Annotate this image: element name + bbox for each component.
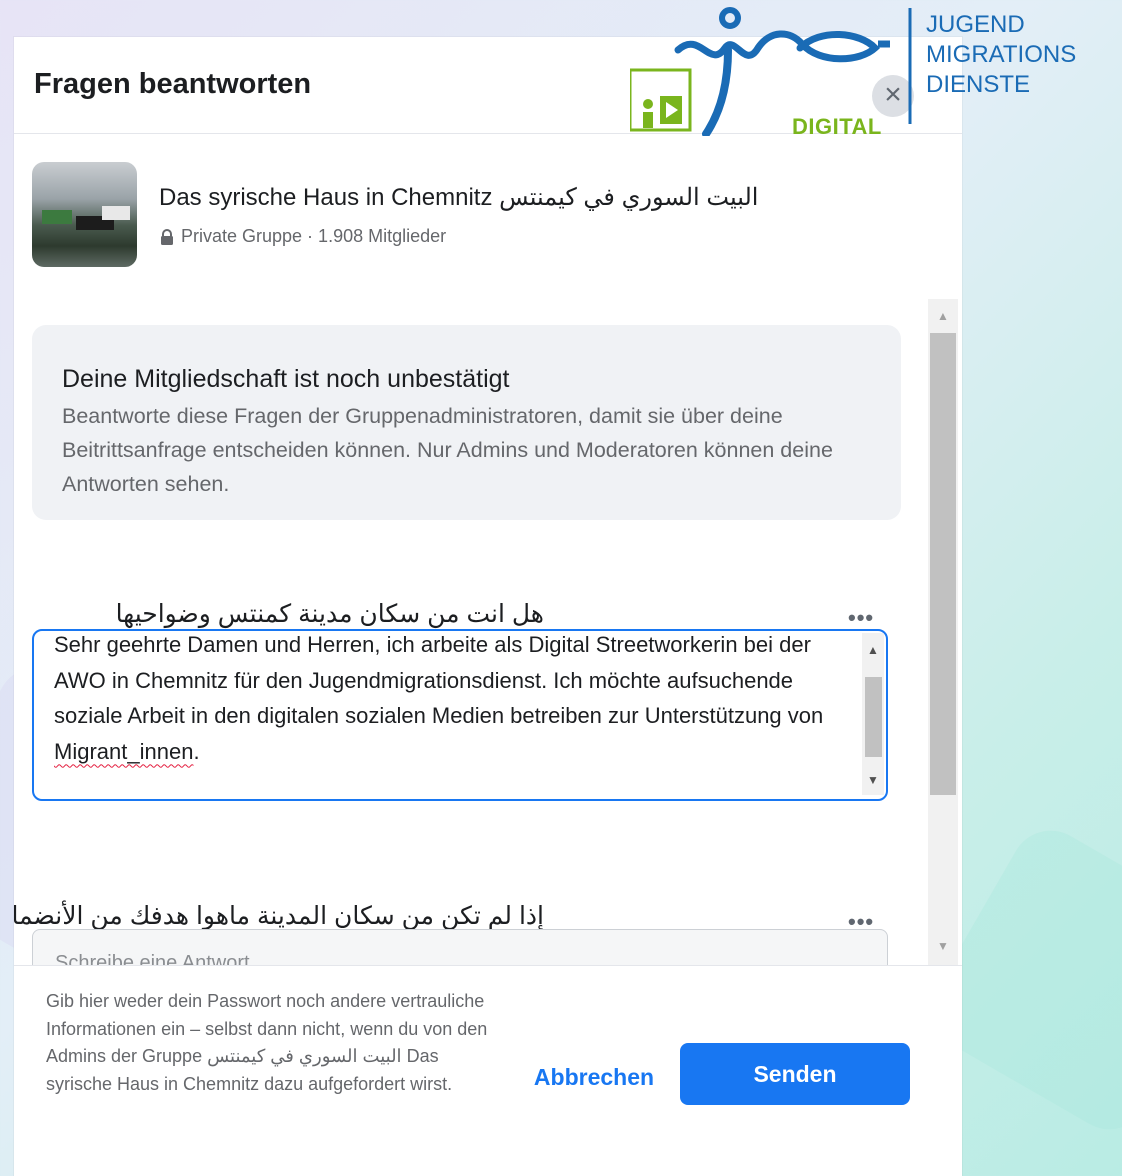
answer-1-field[interactable]: Sehr geehrte Damen und Herren, ich arbei…	[32, 629, 888, 801]
dialog-scrollbar[interactable]: ▲ ▼	[928, 299, 958, 969]
questions-scroll-area[interactable]: Deine Mitgliedschaft ist noch unbestätig…	[14, 295, 962, 965]
answer-scrollbar[interactable]: ▲ ▼	[862, 633, 884, 795]
membership-notice: Deine Mitgliedschaft ist noch unbestätig…	[32, 325, 901, 520]
dialog-footer: Gib hier weder dein Passwort noch andere…	[14, 965, 962, 1176]
scroll-down-arrow-icon[interactable]: ▼	[937, 939, 949, 953]
group-avatar[interactable]	[32, 162, 137, 267]
notice-title: Deine Mitgliedschaft ist noch unbestätig…	[62, 365, 510, 393]
notice-body: Beantworte diese Fragen der Gruppenadmin…	[62, 404, 833, 496]
dialog-title: Fragen beantworten	[34, 68, 312, 100]
spelling-error: Migrant_innen	[54, 738, 194, 764]
scroll-down-arrow-icon[interactable]: ▼	[867, 773, 879, 787]
cancel-button[interactable]: Abbrechen	[494, 1046, 694, 1108]
answer-2-placeholder: Schreibe eine Antwort...	[55, 952, 267, 965]
group-name[interactable]: Das syrische Haus in Chemnitz البيت السو…	[159, 183, 758, 212]
scrollbar-thumb[interactable]	[930, 333, 956, 795]
jmd-logo-mark-icon	[628, 7, 912, 138]
lock-icon	[159, 228, 175, 245]
answer-questions-dialog: Fragen beantworten × Das syrische Haus i…	[14, 37, 962, 1176]
scrollbar-thumb[interactable]	[865, 677, 882, 757]
logo-digital-label: DIGITAL	[792, 114, 882, 139]
jmd-digital-logo: DIGITAL JUGEND MIGRATIONS DIENSTE	[628, 0, 1122, 139]
question-1-text: هل انت من سكان مدينة كمنتس وضواحيها	[115, 600, 544, 628]
group-meta-text: Private Gruppe · 1.908 Mitglieder	[181, 226, 447, 246]
more-options-icon[interactable]: •••	[848, 605, 874, 631]
group-info: Das syrische Haus in Chemnitz البيت السو…	[14, 147, 962, 267]
privacy-note: Gib hier weder dein Passwort noch andere…	[46, 991, 488, 1094]
group-meta: Private Gruppe · 1.908 Mitglieder	[159, 226, 446, 247]
send-button[interactable]: Senden	[680, 1043, 910, 1105]
question-2-text: إذا لم تكن من سكان المدينة ماهوا هدفك من…	[14, 902, 544, 930]
scroll-up-arrow-icon[interactable]: ▲	[867, 643, 879, 657]
answer-2-field[interactable]: Schreibe eine Antwort...	[32, 929, 888, 965]
answer-1-text: Sehr geehrte Damen und Herren, ich arbei…	[54, 632, 824, 764]
scroll-up-arrow-icon[interactable]: ▲	[937, 309, 949, 323]
logo-wordmark: JUGEND MIGRATIONS DIENSTE	[926, 11, 1077, 98]
